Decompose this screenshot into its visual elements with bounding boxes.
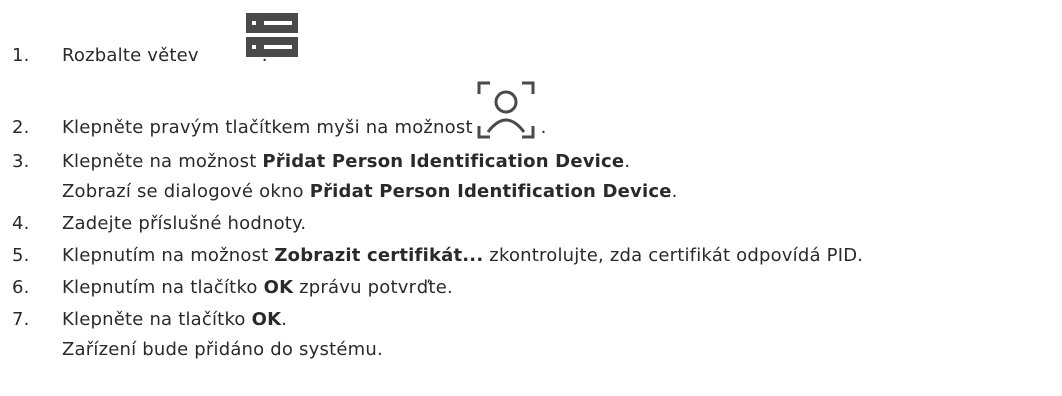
step-number: 5. [12, 245, 30, 266]
step-text: Klepněte na možnost Přidat Person Identi… [62, 151, 631, 172]
step-text: Klepnutím na tlačítko OK zprávu potvrďte… [62, 277, 453, 298]
step-text: Klepnutím na možnost Zobrazit certifikát… [62, 245, 864, 266]
step-number: 1. [12, 45, 30, 66]
person-identification-icon [477, 81, 535, 139]
ui-label: Přidat Person Identification Device [309, 181, 672, 202]
step-text: Zobrazí se dialogové okno Přidat Person … [62, 181, 678, 202]
ui-label: Zobrazit certifikát... [274, 245, 484, 266]
step-text: Rozbalte větev . [62, 45, 267, 66]
ui-label: Přidat Person Identification Device [262, 151, 625, 172]
step-number: 3. [12, 151, 30, 172]
step-number: 2. [12, 117, 30, 138]
step-number: 6. [12, 277, 30, 298]
step-text: Zadejte příslušné hodnoty. [62, 213, 307, 234]
server-tree-icon [246, 13, 298, 57]
step-text: Klepněte pravým tlačítkem myši na možnos… [62, 117, 547, 138]
instruction-steps: 1. Rozbalte větev . 2. Klepněte pravým t… [0, 0, 1062, 396]
step-number: 7. [12, 309, 30, 330]
step-number: 4. [12, 213, 30, 234]
ui-label: OK [263, 277, 294, 298]
step-text: Klepněte na tlačítko OK. [62, 309, 288, 330]
ui-label: OK [251, 309, 282, 330]
step-text: Zařízení bude přidáno do systému. [62, 339, 383, 360]
